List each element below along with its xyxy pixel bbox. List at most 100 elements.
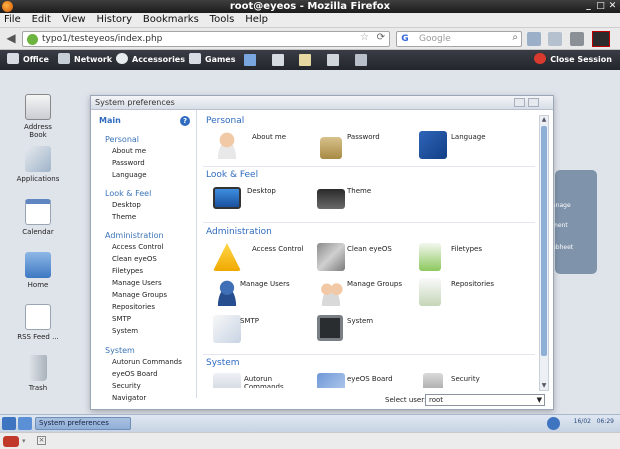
pref-language[interactable]: Language xyxy=(419,131,519,161)
groups-icon xyxy=(317,278,345,306)
desktop-icon-trash[interactable]: Trash xyxy=(8,355,68,392)
addon-status-icon[interactable] xyxy=(3,436,19,447)
pref-repositories[interactable]: Repositories xyxy=(419,278,519,308)
scroll-down-icon[interactable]: ▼ xyxy=(540,382,548,390)
pref-desktop[interactable]: Desktop xyxy=(213,185,313,215)
pref-manage-groups[interactable]: Manage Groups xyxy=(317,278,417,308)
select-user-dropdown[interactable]: root ▼ xyxy=(425,394,545,406)
pref-autorun-commands[interactable]: Autorun Commands xyxy=(213,373,313,388)
print-icon[interactable] xyxy=(570,32,584,46)
pref-smtp[interactable]: SMTP xyxy=(213,315,313,345)
status-close-icon[interactable]: × xyxy=(37,436,46,445)
nav-item-language[interactable]: Language xyxy=(112,171,147,179)
pref-password[interactable]: Password xyxy=(317,131,417,161)
pref-eyeos-board[interactable]: eyeOS Board xyxy=(317,373,417,388)
content-scrollbar[interactable]: ▲ ▼ xyxy=(539,115,549,391)
menu-help[interactable]: Help xyxy=(241,13,272,27)
nav-item-access-control[interactable]: Access Control xyxy=(112,243,164,251)
nav-section-look-feel: Look & Feel xyxy=(105,189,152,198)
nav-item-about-me[interactable]: About me xyxy=(112,147,146,155)
addon-icon[interactable] xyxy=(592,31,610,47)
nav-item-theme[interactable]: Theme xyxy=(112,213,136,221)
nav-item-password[interactable]: Password xyxy=(112,159,145,167)
downloads-icon[interactable] xyxy=(548,32,562,46)
show-desktop-icon[interactable] xyxy=(2,417,16,430)
desktop-icon-applications[interactable]: Applications xyxy=(8,146,68,183)
repositories-icon xyxy=(419,278,441,306)
network-icon xyxy=(58,53,70,64)
desktop-icon-calendar[interactable]: Calendar xyxy=(8,199,68,236)
desktop-icon-home[interactable]: Home xyxy=(8,252,68,289)
search-icon[interactable]: ⌕ xyxy=(512,32,518,43)
search-input[interactable]: Google xyxy=(419,33,451,46)
window-shortcut-icon[interactable] xyxy=(355,54,367,66)
select-user-row: Select user: root ▼ xyxy=(199,394,551,408)
notes-shortcut-icon[interactable] xyxy=(299,54,311,66)
home-icon[interactable] xyxy=(527,32,541,46)
nav-item-security[interactable]: Security xyxy=(112,382,141,390)
pref-manage-users[interactable]: Manage Users xyxy=(213,278,313,308)
filetypes-icon xyxy=(419,243,441,271)
search-bar[interactable]: G Google ⌕ xyxy=(396,31,522,47)
bookmark-star-icon[interactable]: ☆ xyxy=(360,32,369,43)
reload-icon[interactable]: ⟳ xyxy=(377,32,385,43)
document-shortcut-icon[interactable] xyxy=(272,54,284,66)
folder-shortcut-icon[interactable] xyxy=(244,54,256,66)
pref-theme[interactable]: Theme xyxy=(317,185,417,215)
nav-item-manage-users[interactable]: Manage Users xyxy=(112,279,162,287)
window-maximize-button[interactable] xyxy=(528,98,539,107)
maximize-icon[interactable]: □ xyxy=(595,1,606,12)
menu-view[interactable]: View xyxy=(58,13,90,27)
url-bar[interactable]: typo1/testeyeos/index.php ☆ ⟳ xyxy=(22,31,390,47)
games-menu[interactable]: Games xyxy=(189,53,236,67)
nav-item-smtp[interactable]: SMTP xyxy=(112,315,131,323)
eyeos-logo-icon[interactable] xyxy=(547,417,560,430)
minimize-icon[interactable]: _ xyxy=(583,1,594,12)
desktop-icon-rss-feed[interactable]: RSS Feed ... xyxy=(8,304,68,341)
language-icon xyxy=(419,131,447,159)
office-menu[interactable]: Office xyxy=(7,53,49,67)
close-icon[interactable]: ✕ xyxy=(607,1,618,12)
preferences-content: Personal About me Password Language Look… xyxy=(199,110,539,388)
section-look-feel-title: Look & Feel xyxy=(206,170,259,180)
menu-bookmarks[interactable]: Bookmarks xyxy=(139,13,203,27)
nav-item-repositories[interactable]: Repositories xyxy=(112,303,155,311)
menu-edit[interactable]: Edit xyxy=(28,13,55,27)
scroll-thumb[interactable] xyxy=(541,126,547,356)
scroll-up-icon[interactable]: ▲ xyxy=(540,116,548,124)
search-engine-icon[interactable]: G xyxy=(399,33,411,45)
select-user-label: Select user: xyxy=(385,396,427,404)
theme-icon xyxy=(317,189,345,209)
pref-access-control[interactable]: Access Control xyxy=(213,243,313,273)
nav-main[interactable]: Main xyxy=(99,116,121,125)
nav-item-filetypes[interactable]: Filetypes xyxy=(112,267,143,275)
monitor-icon xyxy=(213,187,241,209)
window-minimize-button[interactable] xyxy=(514,98,525,107)
status-dropdown-icon[interactable]: ▾ xyxy=(22,437,26,445)
menu-tools[interactable]: Tools xyxy=(206,13,239,27)
pref-security[interactable]: Security xyxy=(419,373,519,388)
nav-item-desktop[interactable]: Desktop xyxy=(112,201,141,209)
nav-item-navigator[interactable]: Navigator xyxy=(112,394,146,402)
accessories-menu[interactable]: Accessories xyxy=(116,53,185,67)
nav-item-autorun-commands[interactable]: Autorun Commands xyxy=(112,358,182,366)
windows-switch-icon[interactable] xyxy=(18,417,32,430)
pref-about-me[interactable]: About me xyxy=(213,131,313,161)
nav-item-eyeos-board[interactable]: eyeOS Board xyxy=(112,370,158,378)
taskbar-item-system-preferences[interactable]: System preferences xyxy=(35,417,131,430)
desktop-icon-address-book[interactable]: Address Book xyxy=(8,94,68,139)
close-session-button[interactable]: Close Session xyxy=(534,53,612,67)
pref-clean-eyeos[interactable]: Clean eyeOS xyxy=(317,243,417,273)
back-icon[interactable]: ◀ xyxy=(3,31,19,47)
window-titlebar[interactable]: System preferences xyxy=(91,96,553,110)
help-icon[interactable]: ? xyxy=(180,116,190,126)
menu-file[interactable]: File xyxy=(0,13,25,27)
nav-item-clean-eyeos[interactable]: Clean eyeOS xyxy=(112,255,157,263)
nav-item-manage-groups[interactable]: Manage Groups xyxy=(112,291,167,299)
pref-filetypes[interactable]: Filetypes xyxy=(419,243,519,273)
pref-system[interactable]: System xyxy=(317,315,417,345)
nav-item-system[interactable]: System xyxy=(112,327,138,335)
menu-history[interactable]: History xyxy=(92,13,136,27)
network-menu[interactable]: Network xyxy=(58,53,112,67)
file-shortcut-icon[interactable] xyxy=(327,54,339,66)
